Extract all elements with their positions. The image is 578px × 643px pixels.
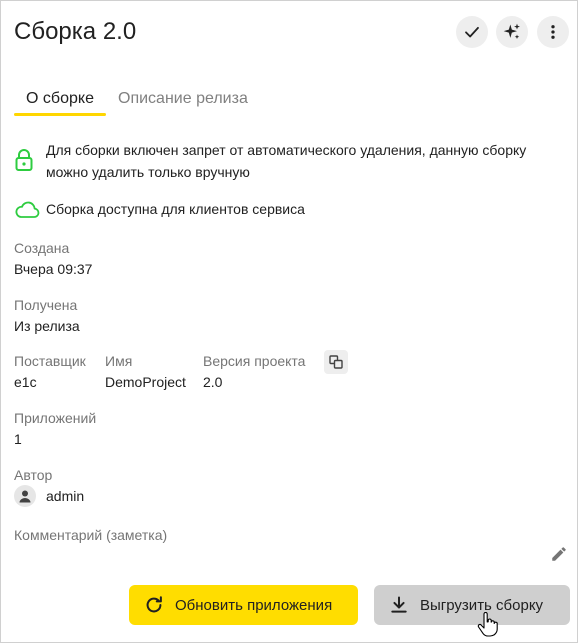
more-menu-button[interactable] bbox=[537, 16, 569, 48]
author-value: admin bbox=[46, 488, 85, 504]
tab-about[interactable]: О сборке bbox=[14, 87, 106, 116]
copy-icon bbox=[329, 355, 343, 369]
project-version-label: Версия проекта bbox=[203, 353, 306, 369]
hand-cursor-icon bbox=[477, 612, 498, 637]
author-label: Автор bbox=[14, 467, 53, 483]
created-value: Вчера 09:37 bbox=[14, 261, 93, 277]
user-icon bbox=[19, 490, 31, 503]
download-icon bbox=[388, 594, 410, 616]
update-apps-label: Обновить приложения bbox=[175, 596, 333, 614]
export-build-button[interactable]: Выгрузить сборку bbox=[374, 585, 570, 625]
copy-button[interactable] bbox=[324, 350, 348, 374]
ai-assist-button[interactable] bbox=[496, 16, 528, 48]
created-label: Создана bbox=[14, 240, 70, 256]
more-vertical-icon bbox=[551, 25, 555, 39]
active-tab-indicator bbox=[14, 113, 106, 116]
page-title: Сборка 2.0 bbox=[14, 18, 137, 45]
availability-notice: Сборка доступна для клиентов сервиса bbox=[14, 198, 564, 222]
project-version-value: 2.0 bbox=[203, 374, 223, 390]
vendor-value: e1c bbox=[14, 374, 37, 390]
avatar bbox=[14, 485, 36, 507]
received-label: Получена bbox=[14, 297, 78, 313]
vendor-label: Поставщик bbox=[14, 353, 86, 369]
tab-about-label: О сборке bbox=[26, 90, 94, 107]
tab-release-notes-label: Описание релиза bbox=[118, 90, 248, 107]
received-value: Из релиза bbox=[14, 318, 80, 334]
pencil-icon bbox=[552, 547, 566, 561]
comment-label: Комментарий (заметка) bbox=[14, 527, 168, 543]
update-apps-button[interactable]: Обновить приложения bbox=[129, 585, 358, 625]
check-icon bbox=[465, 26, 479, 38]
name-label: Имя bbox=[105, 353, 133, 369]
refresh-icon bbox=[143, 594, 165, 616]
lock-icon bbox=[15, 149, 33, 171]
deletion-lock-notice: Для сборки включен запрет от автоматичес… bbox=[14, 139, 564, 183]
tab-release-notes[interactable]: Описание релиза bbox=[118, 87, 248, 111]
deletion-lock-text: Для сборки включен запрет от автоматичес… bbox=[46, 142, 527, 180]
build-details-panel: Сборка 2.0 О сборке Описание релиза Для … bbox=[0, 0, 578, 643]
apps-count-label: Приложений bbox=[14, 410, 97, 426]
availability-text: Сборка доступна для клиентов сервиса bbox=[46, 201, 305, 217]
export-build-label: Выгрузить сборку bbox=[420, 596, 544, 614]
edit-comment-button[interactable] bbox=[548, 543, 570, 565]
cloud-icon bbox=[15, 201, 40, 218]
sparkle-icon bbox=[503, 23, 520, 39]
apps-count-value: 1 bbox=[14, 431, 22, 447]
confirm-button[interactable] bbox=[456, 16, 488, 48]
name-value: DemoProject bbox=[105, 374, 186, 390]
